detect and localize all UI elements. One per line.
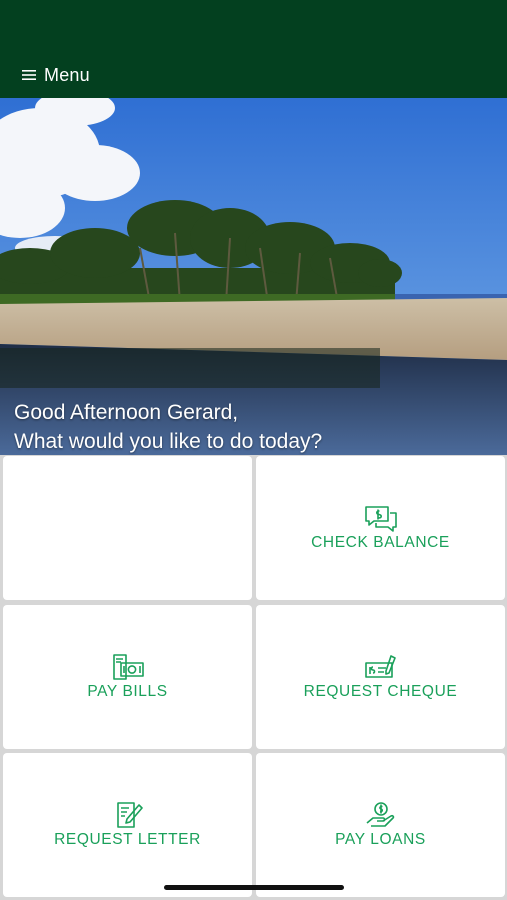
menu-button[interactable]: Menu: [22, 62, 90, 88]
pay-loans-label: PAY LOANS: [335, 831, 426, 848]
request-letter-button[interactable]: REQUEST LETTER: [3, 753, 252, 897]
hamburger-icon: [22, 69, 36, 81]
greeting-text: Good Afternoon Gerard, What would you li…: [14, 398, 322, 455]
home-indicator[interactable]: [164, 885, 344, 890]
bill-cash-icon: [112, 654, 144, 680]
pay-loans-button[interactable]: PAY LOANS: [256, 753, 505, 897]
chat-dollar-icon: [364, 506, 397, 532]
pay-bills-label: PAY BILLS: [87, 683, 168, 700]
hero-banner: Good Afternoon Gerard, What would you li…: [0, 98, 507, 455]
document-pen-icon: [116, 802, 143, 828]
check-balance-button[interactable]: CHECK BALANCE: [256, 456, 505, 600]
request-letter-label: REQUEST LETTER: [54, 831, 201, 848]
greeting-line-1: Good Afternoon Gerard,: [14, 401, 239, 424]
request-cheque-label: REQUEST CHEQUE: [303, 683, 458, 700]
pay-bills-button[interactable]: PAY BILLS: [3, 605, 252, 749]
greeting-line-2: What would you like to do today?: [14, 430, 323, 453]
cheque-pen-icon: [364, 655, 396, 678]
action-grid: CHECK BALANCE PAY BILLS REQUEST CHEQUE R…: [0, 455, 507, 900]
hand-coin-icon: [365, 802, 394, 827]
check-balance-label: CHECK BALANCE: [311, 534, 450, 551]
app-header: Menu: [0, 0, 507, 98]
request-cheque-button[interactable]: REQUEST CHEQUE: [256, 605, 505, 749]
tile-empty[interactable]: [3, 456, 252, 600]
menu-label: Menu: [44, 64, 90, 85]
